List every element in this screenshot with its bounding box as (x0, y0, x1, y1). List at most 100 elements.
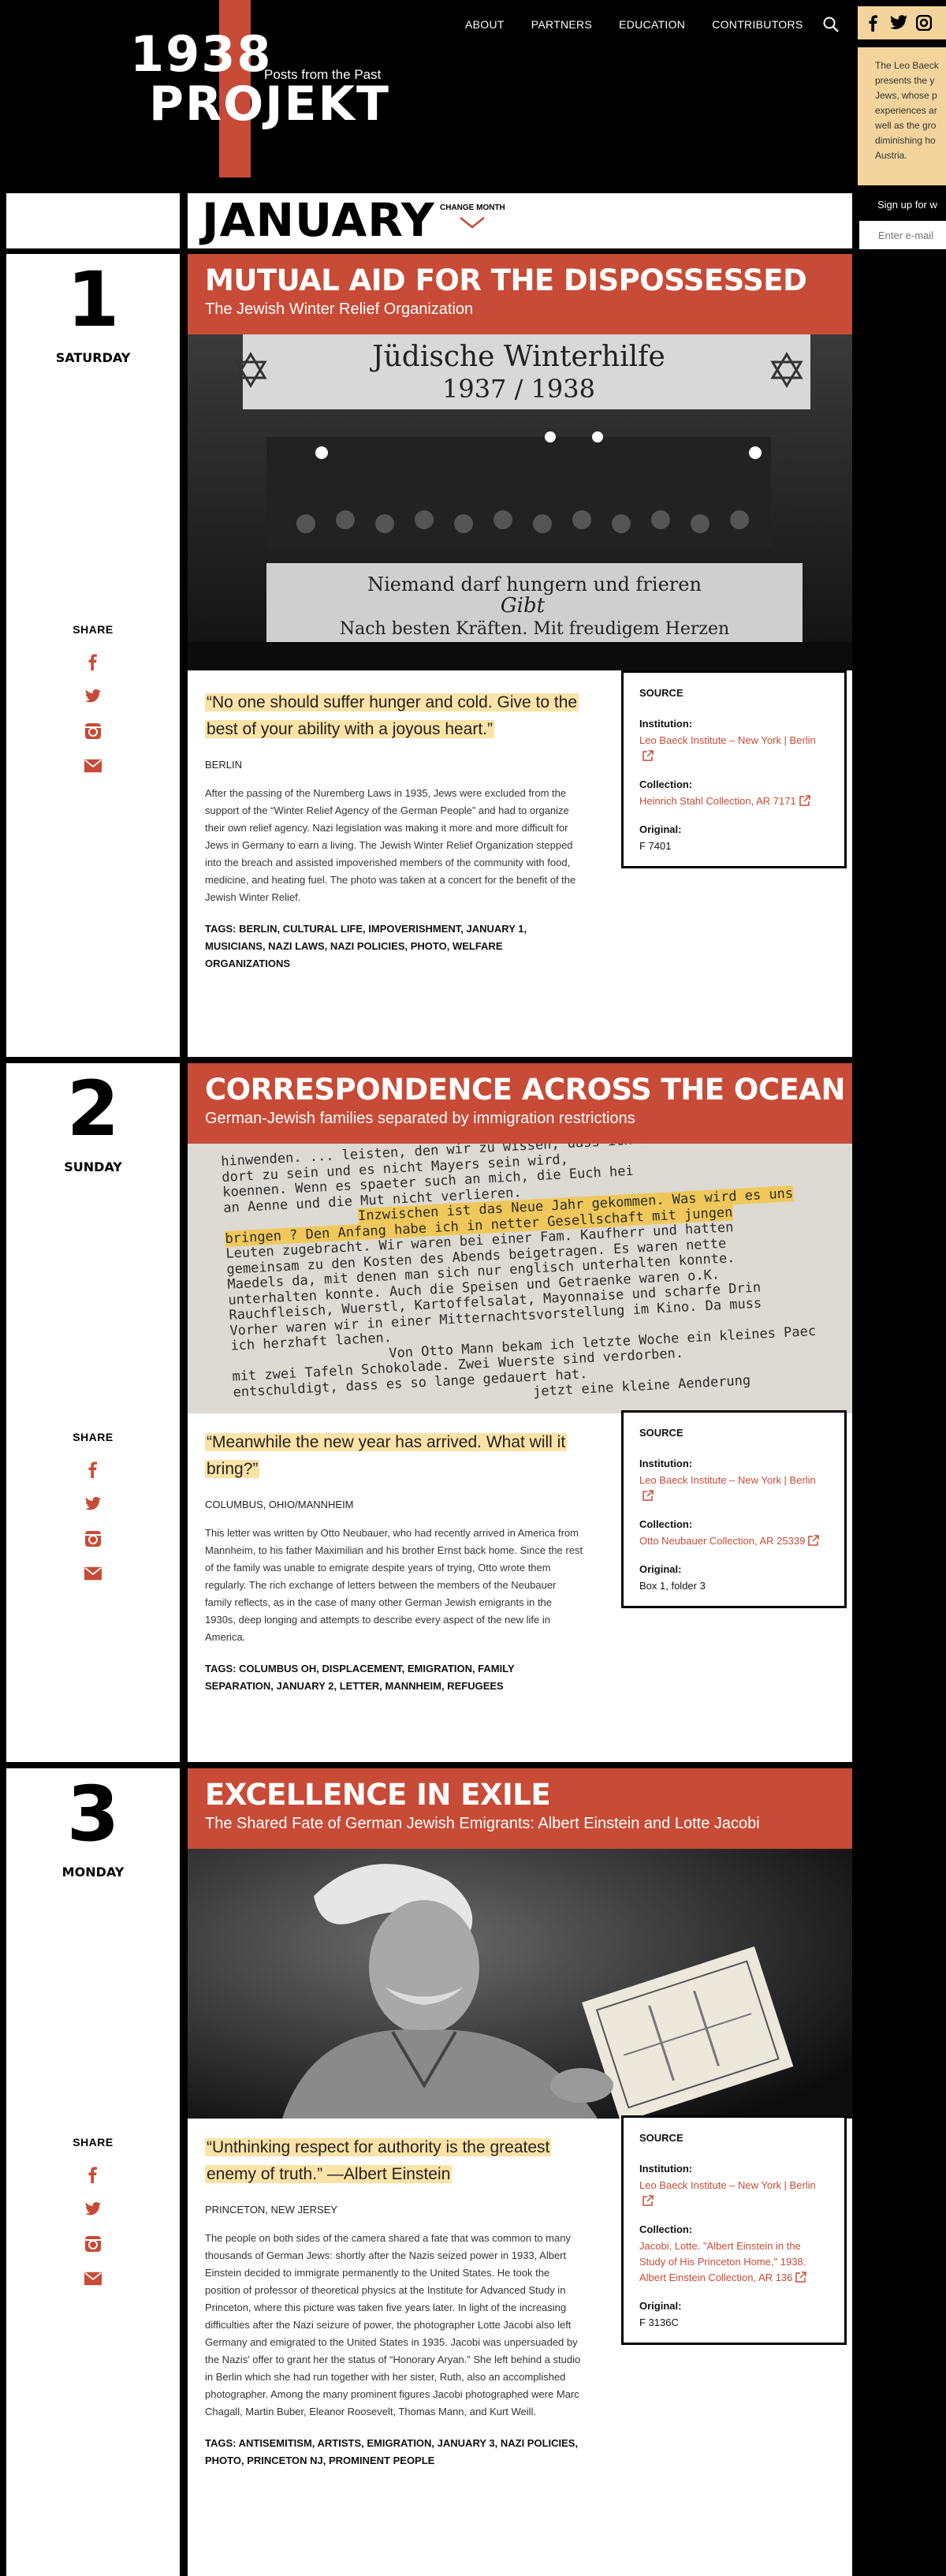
photo-banner-text: Gibt (501, 594, 546, 618)
instagram-share-icon[interactable] (84, 722, 102, 740)
logo-tagline: Posts from the Past (264, 67, 382, 82)
collection-link[interactable]: Otto Neubauer Collection, AR 25339 (639, 1533, 829, 1549)
day-number: 2 (66, 1065, 120, 1153)
collection-link[interactable]: Heinrich Stahl Collection, AR 7171 (639, 793, 829, 809)
source-box: SOURCE Institution: Leo Baeck Institute … (621, 2115, 847, 2345)
month-bar: JANUARY CHANGE MONTH (188, 193, 852, 248)
facebook-share-icon[interactable] (84, 2166, 102, 2183)
promo-line: presents the y (875, 75, 935, 86)
entry-tags[interactable]: TAGS: COLUMBUS OH, DISPLACEMENT, EMIGRAT… (205, 1660, 583, 1695)
institution-label: Institution: (639, 2163, 693, 2175)
twitter-share-icon[interactable] (84, 2201, 102, 2218)
share-label: SHARE (73, 1431, 114, 1443)
change-month-label: CHANGE MONTH (440, 203, 505, 212)
external-link-icon (808, 1535, 820, 1546)
entry-main: EXCELLENCE IN EXILE The Shared Fate of G… (188, 1768, 852, 2576)
nav-about[interactable]: ABOUT (465, 18, 505, 31)
newsletter-email-input[interactable] (859, 221, 946, 249)
entry-place: PRINCETON, NEW JERSEY (205, 2204, 338, 2216)
entry-sidebar: 1 SATURDAY SHARE (6, 254, 180, 1057)
instagram-share-icon[interactable] (84, 2235, 102, 2253)
email-share-icon[interactable] (84, 1565, 102, 1582)
facebook-icon[interactable] (866, 14, 881, 32)
letter-photo: hinwenden. ... leisten, den wir zu wisse… (188, 1144, 852, 1413)
institution-link[interactable]: Leo Baeck Institute – New York | Berlin (639, 1473, 829, 1504)
entry-quote: “No one should suffer hunger and cold. G… (205, 689, 583, 743)
source-box: SOURCE Institution: Leo Baeck Institute … (621, 670, 847, 868)
collection-text: Jacobi, Lotte. "Albert Einstein in the S… (639, 2240, 806, 2283)
entry-tags[interactable]: TAGS: BERLIN, CULTURAL LIFE, IMPOVERISHM… (205, 920, 583, 973)
day-name: SUNDAY (64, 1159, 122, 1174)
original-value: Box 1, folder 3 (639, 1580, 706, 1592)
entry-photo: hinwenden. ... leisten, den wir zu wisse… (188, 1144, 852, 1413)
institution-link[interactable]: Leo Baeck Institute – New York | Berlin (639, 2178, 829, 2209)
twitter-share-icon[interactable] (84, 688, 102, 705)
institution-text: Leo Baeck Institute – New York | Berlin (639, 734, 816, 746)
entry-sidebar: 3 MONDAY SHARE (6, 1768, 180, 2576)
promo-line: diminishing ho (875, 135, 936, 146)
nav-contributors[interactable]: CONTRIBUTORS (712, 18, 803, 31)
entry-description: The people on both sides of the camera s… (205, 2232, 581, 2417)
external-link-icon (642, 1490, 654, 1501)
original-label: Original: (639, 823, 682, 835)
promo-line: experiences ar (875, 105, 937, 116)
chevron-down-icon (460, 217, 486, 229)
collection-label: Collection: (639, 1518, 693, 1530)
entry-quote: “Unthinking respect for authority is the… (205, 2134, 583, 2188)
entry-body: “Meanwhile the new year has arrived. Wha… (205, 1429, 583, 1695)
entry-banner: EXCELLENCE IN EXILE The Shared Fate of G… (188, 1768, 852, 1849)
email-share-icon[interactable] (84, 757, 102, 775)
external-link-icon (642, 2195, 654, 2206)
collection-text: Otto Neubauer Collection, AR 25339 (639, 1535, 806, 1547)
entry-place: BERLIN (205, 759, 242, 771)
entry-photo: Jüdische Winterhilfe 1937 / 1938 Niemand… (188, 334, 852, 670)
facebook-share-icon[interactable] (84, 1461, 102, 1478)
original-value: F 3136C (639, 2317, 679, 2328)
share-block: SHARE (6, 623, 180, 775)
entry-title: EXCELLENCE IN EXILE (205, 1778, 551, 1812)
twitter-share-icon[interactable] (84, 1495, 102, 1513)
social-links-top (858, 6, 946, 39)
day-name: SATURDAY (55, 350, 131, 365)
collection-label: Collection: (639, 2223, 693, 2235)
site-logo[interactable]: 1938 PROJEKT Posts from the Past (130, 0, 390, 177)
entry-description: After the passing of the Nuremberg Laws … (205, 787, 576, 903)
original-label: Original: (639, 1563, 682, 1575)
entry-banner: MUTUAL AID FOR THE DISPOSSESSED The Jewi… (188, 254, 852, 334)
search-icon[interactable] (822, 16, 840, 33)
collection-link[interactable]: Jacobi, Lotte. "Albert Einstein in the S… (639, 2238, 829, 2286)
entry-description: This letter was written by Otto Neubauer… (205, 1527, 583, 1643)
promo-box: The Leo Baeck presents the y Jews, whose… (858, 47, 946, 185)
entry-title: CORRESPONDENCE ACROSS THE OCEAN (205, 1073, 845, 1107)
source-heading: SOURCE (639, 687, 683, 699)
entry-subtitle: The Shared Fate of German Jewish Emigran… (205, 1814, 760, 1832)
entry-main: MUTUAL AID FOR THE DISPOSSESSED The Jewi… (188, 254, 852, 1057)
original-label: Original: (639, 2300, 682, 2312)
entry-quote: “Meanwhile the new year has arrived. Wha… (205, 1429, 583, 1483)
photo-banner-text: Niemand darf hungern und frieren (367, 573, 702, 595)
main-nav: ABOUT PARTNERS EDUCATION CONTRIBUTORS (465, 18, 830, 31)
entry-subtitle: The Jewish Winter Relief Organization (205, 300, 474, 318)
facebook-share-icon[interactable] (84, 653, 102, 670)
institution-link[interactable]: Leo Baeck Institute – New York | Berlin (639, 733, 829, 764)
entry-body: “Unthinking respect for authority is the… (205, 2134, 583, 2470)
collection-text: Heinrich Stahl Collection, AR 7171 (639, 795, 796, 807)
nav-education[interactable]: EDUCATION (619, 18, 685, 31)
instagram-icon[interactable] (916, 15, 932, 31)
nav-partners[interactable]: PARTNERS (531, 18, 592, 31)
promo-line: The Leo Baeck (875, 60, 939, 71)
institution-label: Institution: (639, 1458, 693, 1469)
email-share-icon[interactable] (84, 2270, 102, 2287)
share-block: SHARE (6, 1431, 180, 1582)
entry-main: CORRESPONDENCE ACROSS THE OCEAN German-J… (188, 1063, 852, 1762)
change-month-button[interactable]: CHANGE MONTH (440, 203, 505, 230)
instagram-share-icon[interactable] (84, 1530, 102, 1547)
entry-subtitle: German-Jewish families separated by immi… (205, 1109, 635, 1127)
entry-tags[interactable]: TAGS: ANTISEMITISM, ARTISTS, EMIGRATION,… (205, 2435, 583, 2470)
twitter-icon[interactable] (889, 15, 908, 31)
external-link-icon (799, 795, 810, 806)
share-label: SHARE (73, 623, 114, 636)
month-left-panel (6, 193, 180, 248)
photo-banner-text: Jüdische Winterhilfe (369, 341, 665, 373)
institution-text: Leo Baeck Institute – New York | Berlin (639, 2179, 816, 2191)
